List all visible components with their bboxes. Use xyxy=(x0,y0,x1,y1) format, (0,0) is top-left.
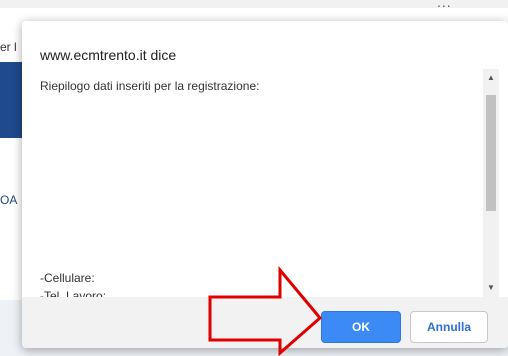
message-lines: -Cellulare: -Tel. Lavoro: xyxy=(40,269,280,297)
background-top-bar xyxy=(0,0,508,8)
message-scroll-area[interactable]: Riepilogo dati inseriti per la registraz… xyxy=(32,69,499,297)
scroll-up-icon[interactable]: ▲ xyxy=(483,71,499,85)
message-line: -Tel. Lavoro: xyxy=(40,289,107,297)
message-heading: Riepilogo dati inseriti per la registraz… xyxy=(40,79,260,93)
ok-button[interactable]: OK xyxy=(321,311,401,343)
scroll-thumb[interactable] xyxy=(486,95,496,211)
vertical-scrollbar[interactable]: ▲ ▼ xyxy=(483,69,499,297)
dialog-footer: OK Annulla xyxy=(22,297,508,348)
cancel-button[interactable]: Annulla xyxy=(410,311,488,343)
alert-dialog: www.ecmtrento.it dice Riepilogo dati ins… xyxy=(22,21,508,348)
background-left-text: er l xyxy=(0,40,17,54)
background-side-text: OA xyxy=(0,193,18,207)
dialog-title: www.ecmtrento.it dice xyxy=(40,47,177,63)
background-dots: ... xyxy=(437,0,452,10)
scroll-down-icon[interactable]: ▼ xyxy=(483,281,499,295)
message-line: -Cellulare: xyxy=(40,271,95,285)
